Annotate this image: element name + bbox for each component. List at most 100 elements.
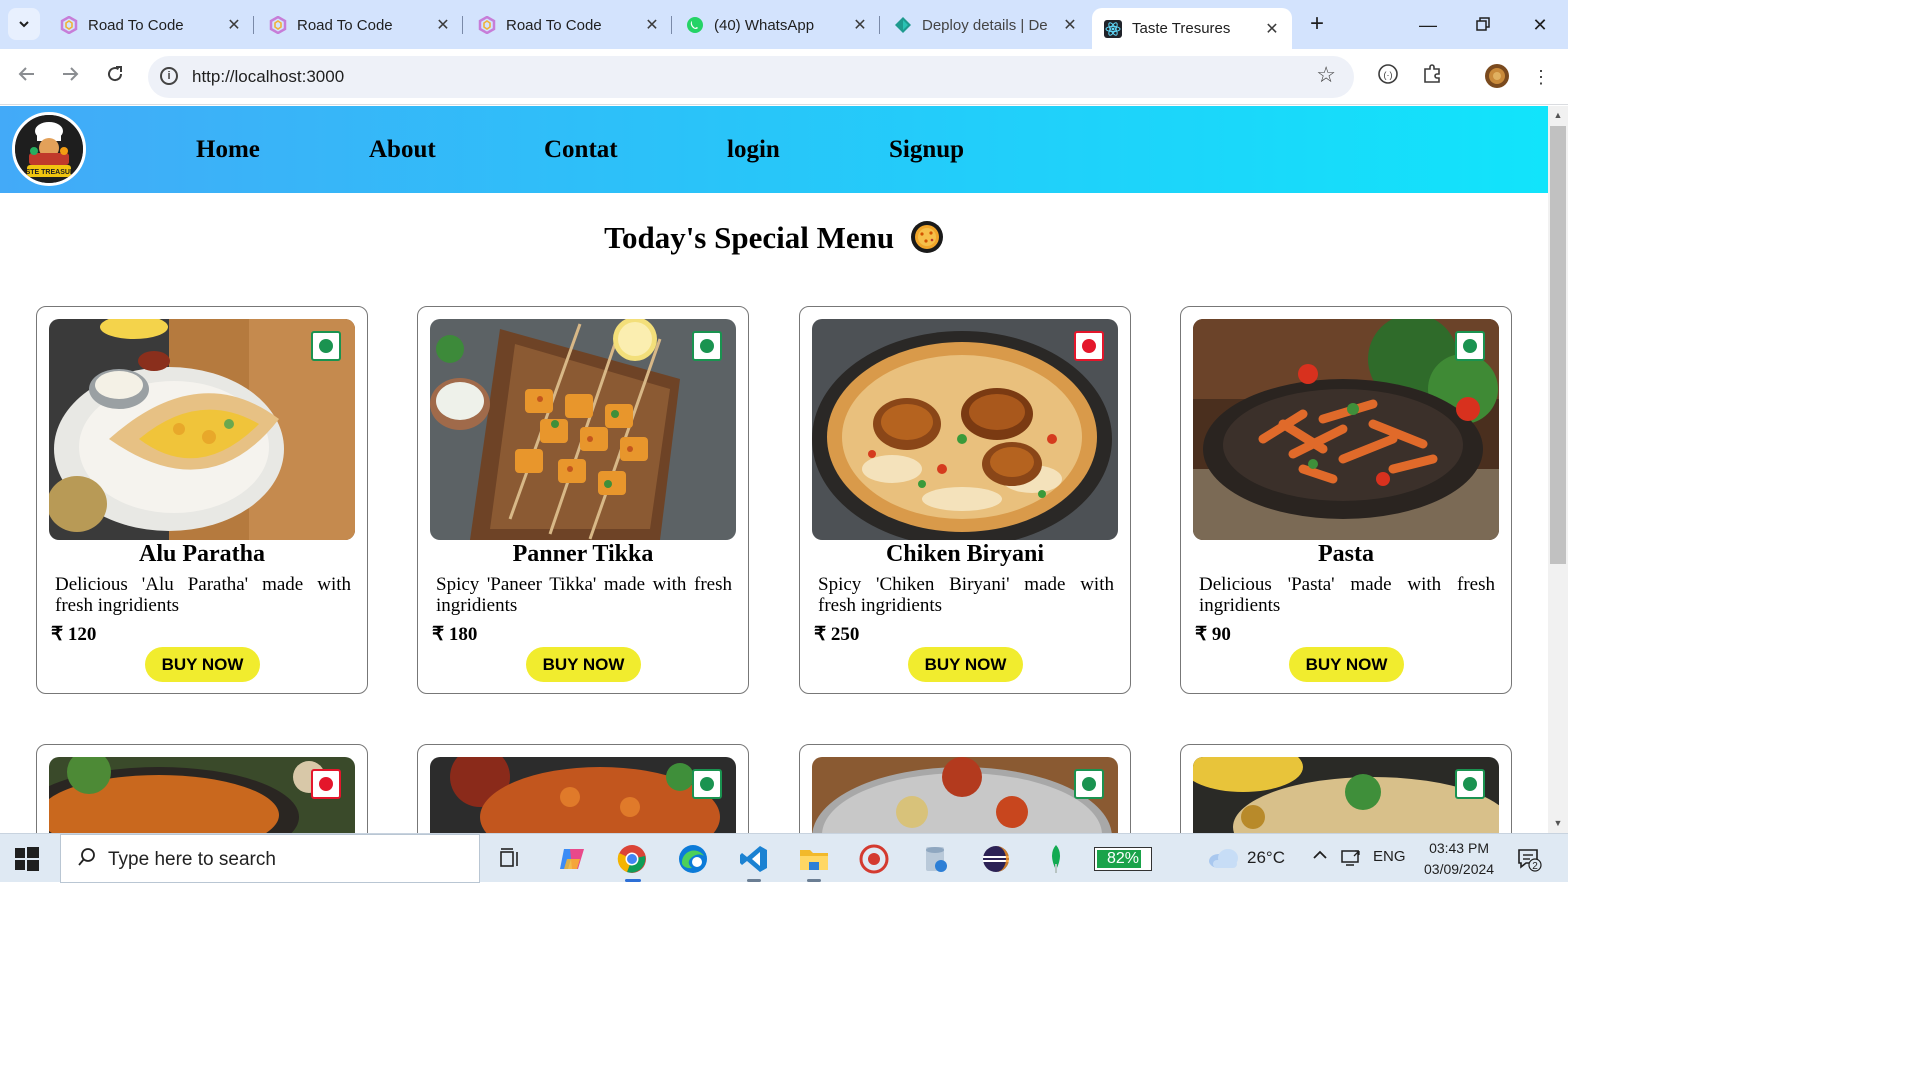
menu-card: Panner Tikka Spicy 'Paneer Tikka' made w… — [417, 306, 749, 694]
extension-icon[interactable]: (·) — [1374, 63, 1402, 91]
network-icon[interactable] — [1340, 847, 1362, 872]
menu-heading: Today's Special Menu — [0, 220, 1548, 256]
food-image — [430, 319, 736, 540]
edge-icon[interactable] — [676, 842, 710, 876]
currency-symbol: ₹ — [51, 624, 64, 645]
menu-card — [1180, 744, 1512, 833]
svg-text:(·): (·) — [1384, 70, 1393, 80]
minimize-button[interactable]: — — [1413, 10, 1443, 40]
chef-logo-icon: TASTE TREASUIES — [15, 115, 83, 183]
food-image — [49, 757, 355, 833]
chrome-icon[interactable] — [615, 842, 649, 876]
copilot-icon[interactable] — [555, 842, 589, 876]
browser-tab[interactable]: (40) WhatsApp ✕ — [674, 8, 880, 42]
veg-indicator-icon — [692, 331, 722, 361]
nav-home-link[interactable]: Home — [196, 136, 260, 164]
currency-symbol: ₹ — [1195, 624, 1208, 645]
currency-symbol: ₹ — [814, 624, 827, 645]
dish-description: Delicious 'Alu Paratha' made with fresh … — [55, 574, 351, 616]
veg-indicator-icon — [692, 769, 722, 799]
buy-now-button[interactable]: BUY NOW — [1289, 647, 1404, 682]
weather-temperature[interactable]: 26°C — [1247, 848, 1285, 868]
new-tab-button[interactable]: + — [1304, 12, 1330, 38]
veg-indicator-icon — [1455, 331, 1485, 361]
menu-card — [799, 744, 1131, 833]
menu-card: Alu Paratha Delicious 'Alu Paratha' made… — [36, 306, 368, 694]
task-view-icon[interactable] — [493, 842, 527, 876]
scroll-down-arrow-icon[interactable]: ▼ — [1552, 818, 1564, 828]
tab-title: (40) WhatsApp — [714, 16, 815, 34]
veg-indicator-icon — [311, 331, 341, 361]
tab-title: Taste Tresures — [1132, 20, 1231, 37]
close-tab-icon[interactable]: ✕ — [642, 15, 662, 35]
close-tab-icon[interactable]: ✕ — [433, 15, 453, 35]
profile-avatar[interactable] — [1483, 63, 1511, 91]
close-tab-icon[interactable]: ✕ — [224, 15, 244, 35]
logo-text: TASTE TREASUIES — [17, 169, 82, 176]
site-logo[interactable]: TASTE TREASUIES — [12, 112, 86, 186]
forward-button[interactable] — [54, 61, 86, 93]
extensions-puzzle-icon[interactable] — [1418, 63, 1446, 91]
vscode-icon[interactable] — [737, 842, 771, 876]
close-tab-icon[interactable]: ✕ — [850, 15, 870, 35]
browser-menu-icon[interactable]: ⋮ — [1527, 63, 1555, 91]
browser-tab[interactable]: Deploy details | De ✕ — [882, 8, 1090, 42]
show-hidden-icons-chevron-icon[interactable] — [1312, 848, 1328, 867]
address-bar[interactable]: i http://localhost:3000 ☆ — [148, 56, 1354, 98]
scrollbar-thumb[interactable] — [1550, 126, 1566, 564]
search-placeholder: Type here to search — [108, 849, 276, 870]
notification-center-icon[interactable]: 2 — [1516, 846, 1542, 872]
road-to-code-icon — [60, 16, 78, 34]
nav-about-link[interactable]: About — [369, 136, 436, 164]
mongodb-icon[interactable] — [1039, 842, 1073, 876]
tab-search-button[interactable] — [8, 8, 40, 40]
site-info-icon[interactable]: i — [160, 67, 178, 85]
windows-start-icon[interactable] — [14, 846, 40, 872]
browser-tab[interactable]: Road To Code ✕ — [466, 8, 672, 42]
bookmark-star-icon[interactable]: ☆ — [1316, 62, 1336, 88]
nav-signup-link[interactable]: Signup — [889, 136, 964, 164]
buy-now-button[interactable]: BUY NOW — [145, 647, 260, 682]
database-app-icon[interactable] — [918, 842, 952, 876]
scroll-up-arrow-icon[interactable]: ▲ — [1552, 110, 1564, 120]
back-arrow-icon — [18, 67, 34, 81]
tab-title: Deploy details | De — [922, 16, 1048, 34]
buy-now-button[interactable]: BUY NOW — [526, 647, 641, 682]
system-clock[interactable]: 03:43 PM 03/09/2024 — [1424, 838, 1494, 880]
road-to-code-icon — [478, 16, 496, 34]
url-text[interactable]: http://localhost:3000 — [192, 67, 344, 87]
media-app-icon[interactable] — [857, 842, 891, 876]
veg-indicator-icon — [1074, 769, 1104, 799]
buy-now-button[interactable]: BUY NOW — [908, 647, 1023, 682]
close-window-button[interactable]: ✕ — [1525, 10, 1555, 40]
currency-symbol: ₹ — [432, 624, 445, 645]
browser-tab[interactable]: Road To Code ✕ — [48, 8, 254, 42]
food-image — [812, 319, 1118, 540]
eclipse-icon[interactable] — [979, 842, 1013, 876]
weather-cloud-icon[interactable] — [1207, 846, 1241, 875]
browser-tab-strip: Road To Code ✕ Road To Code ✕ Road To Co… — [0, 0, 1568, 49]
tab-title: Road To Code — [88, 16, 184, 34]
restore-button[interactable] — [1468, 10, 1498, 40]
nav-contact-link[interactable]: Contat — [544, 136, 618, 164]
restore-icon — [1476, 17, 1490, 31]
battery-indicator[interactable]: 82% — [1094, 847, 1152, 871]
explorer-open-indicator — [807, 879, 821, 882]
road-to-code-icon — [269, 16, 287, 34]
nav-login-link[interactable]: login — [727, 136, 780, 164]
close-tab-icon[interactable]: ✕ — [1060, 15, 1080, 35]
taskbar-search-box[interactable]: Type here to search — [60, 834, 480, 883]
reload-button[interactable] — [99, 61, 131, 93]
food-plate-icon — [910, 221, 943, 253]
tab-title: Road To Code — [297, 16, 393, 34]
page-scrollbar[interactable]: ▲ ▼ — [1548, 106, 1568, 833]
file-explorer-icon[interactable] — [797, 842, 831, 876]
browser-tab-active[interactable]: Taste Tresures ✕ — [1092, 8, 1292, 49]
netlify-icon — [895, 17, 911, 33]
chevron-down-icon — [19, 21, 29, 28]
input-language[interactable]: ENG — [1373, 848, 1406, 865]
browser-tab[interactable]: Road To Code ✕ — [257, 8, 463, 42]
close-tab-icon[interactable]: ✕ — [1262, 19, 1282, 39]
back-button[interactable] — [11, 61, 43, 93]
non-veg-indicator-icon — [311, 769, 341, 799]
